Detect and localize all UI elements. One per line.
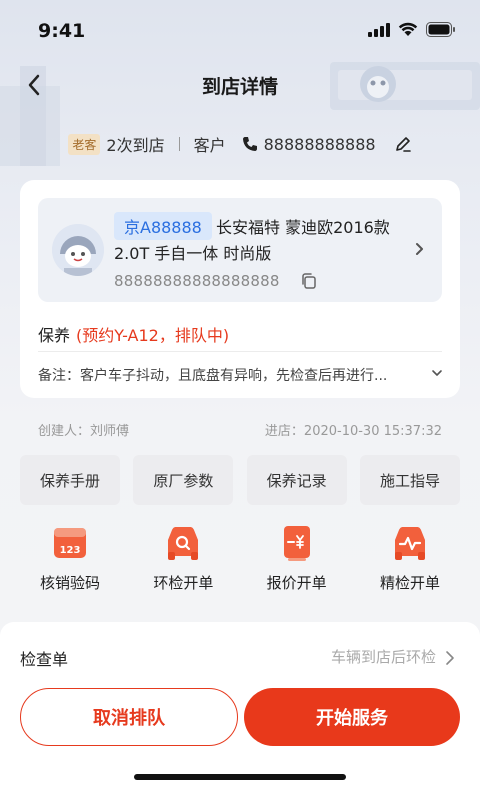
precision-check-action[interactable]: 精检开单 xyxy=(360,522,460,593)
start-service-button[interactable]: 开始服务 xyxy=(244,688,460,746)
verify-code-action[interactable]: 123 核销验码 xyxy=(20,522,120,593)
status-bar: 9:41 xyxy=(0,0,480,60)
service-status-row: 保养 (预约Y-A12，排队中) xyxy=(38,322,229,346)
checklist-row[interactable]: 检查单 车辆到店后环检 xyxy=(20,646,460,670)
vin-number: 88888888888888888 xyxy=(114,272,280,290)
divider xyxy=(178,137,180,151)
phone-icon[interactable] xyxy=(242,136,258,152)
divider xyxy=(38,351,442,352)
maintenance-manual-button[interactable]: 保养手册 xyxy=(20,455,120,505)
chevron-right-icon xyxy=(446,651,454,665)
service-type: 保养 xyxy=(38,326,71,345)
car-inspect-icon xyxy=(168,527,199,560)
svg-text:123: 123 xyxy=(60,545,81,556)
quote-icon xyxy=(283,526,310,561)
nav-bar: 到店详情 xyxy=(0,62,480,106)
vehicle-model-line1: 长安福特 蒙迪欧2016款 xyxy=(216,218,390,237)
action-label: 核销验码 xyxy=(39,574,100,592)
ticket-123-icon: 123 xyxy=(54,528,86,558)
construction-guide-button[interactable]: 施工指导 xyxy=(359,455,460,505)
wifi-icon xyxy=(398,22,418,36)
vehicle-avatar xyxy=(52,224,104,276)
home-indicator xyxy=(134,774,346,780)
checklist-value: 车辆到店后环检 xyxy=(330,648,436,666)
license-plate: 京A88888 xyxy=(114,212,212,240)
action-label: 精检开单 xyxy=(379,574,440,592)
footer-bar: 取消排队 开始服务 xyxy=(0,678,480,800)
vehicle-model-line2: 2.0T 手自一体 时尚版 xyxy=(114,244,272,263)
page-title: 到店详情 xyxy=(201,76,278,98)
creator-info: 创建人：刘师傅 xyxy=(38,424,130,439)
status-time: 9:41 xyxy=(38,20,86,42)
checklist-label: 检查单 xyxy=(20,650,69,669)
maintenance-records-button[interactable]: 保养记录 xyxy=(246,455,347,505)
copy-icon[interactable] xyxy=(300,272,318,290)
queue-status: (预约Y-A12，排队中) xyxy=(76,326,230,345)
precision-check-icon xyxy=(394,527,425,560)
edit-icon[interactable] xyxy=(394,135,412,153)
customer-phone[interactable]: 88888888888 xyxy=(264,135,376,154)
quick-buttons: 保养手册 原厂参数 保养记录 施工指导 xyxy=(20,455,460,505)
action-label: 报价开单 xyxy=(266,574,327,592)
arrival-time: 进店：2020-10-30 15:37:32 xyxy=(264,424,442,439)
visit-info-row: 老客 2次到店 客户 88888888888 xyxy=(0,132,480,156)
meta-row: 创建人：刘师傅 进店：2020-10-30 15:37:32 xyxy=(38,420,442,439)
oem-params-button[interactable]: 原厂参数 xyxy=(133,455,234,505)
chevron-right-icon xyxy=(416,243,423,255)
quote-order-action[interactable]: 报价开单 xyxy=(247,522,347,593)
chevron-down-icon[interactable] xyxy=(430,366,444,380)
signal-icon xyxy=(368,22,390,37)
visit-count: 2次到店 xyxy=(106,136,165,155)
status-icons xyxy=(368,22,456,37)
customer-label: 客户 xyxy=(193,136,226,155)
action-grid: 123 核销验码 环检开单 报价开单 精检开单 xyxy=(20,522,460,593)
mascot-avatar-icon xyxy=(52,224,104,276)
order-card: 京A88888 长安福特 蒙迪欧2016款 2.0T 手自一体 时尚版 8888… xyxy=(20,180,460,398)
remark-text: 备注：客户车子抖动，且底盘有异响，先检查后再进行... xyxy=(38,368,388,384)
battery-icon xyxy=(426,22,455,37)
inspection-order-action[interactable]: 环检开单 xyxy=(133,522,233,593)
action-label: 环检开单 xyxy=(153,574,214,592)
vehicle-info[interactable]: 京A88888 长安福特 蒙迪欧2016款 2.0T 手自一体 时尚版 8888… xyxy=(38,198,442,302)
old-customer-badge: 老客 xyxy=(68,133,101,155)
cancel-queue-button[interactable]: 取消排队 xyxy=(20,688,238,746)
